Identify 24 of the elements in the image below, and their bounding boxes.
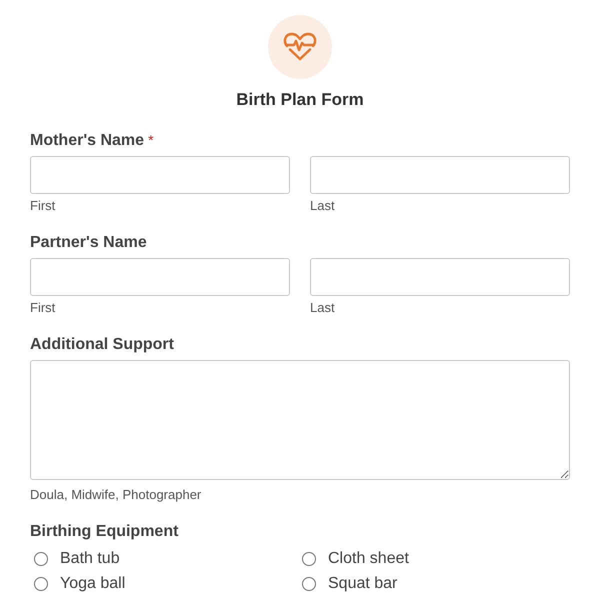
radio-button[interactable] — [302, 577, 316, 591]
option-label: Cloth sheet — [328, 549, 409, 569]
required-mark: * — [148, 131, 154, 150]
sublabel: First — [30, 300, 56, 316]
text-input[interactable] — [30, 258, 290, 296]
sublabel: First — [30, 198, 56, 214]
text-input[interactable] — [30, 156, 290, 194]
text-input[interactable] — [310, 258, 570, 296]
text-input[interactable] — [310, 156, 570, 194]
radio-button[interactable] — [34, 577, 48, 591]
field-label: Additional Support — [30, 335, 174, 355]
form-title: Birth Plan Form — [236, 90, 364, 110]
radio-button[interactable] — [302, 552, 316, 566]
option-label: Squat bar — [328, 574, 398, 594]
field-label: Birthing Equipment — [30, 522, 178, 542]
field-label: Mother's Name — [30, 131, 144, 151]
field-label: Partner's Name — [30, 233, 147, 253]
option-label: Yoga ball — [60, 574, 126, 594]
radio-button[interactable] — [34, 552, 48, 566]
sublabel: Doula, Midwife, Photographer — [30, 487, 202, 503]
sublabel: Last — [310, 198, 336, 214]
textarea-field[interactable] — [30, 360, 570, 480]
option-label: Bath tub — [60, 549, 120, 569]
sublabel: Last — [310, 300, 336, 316]
